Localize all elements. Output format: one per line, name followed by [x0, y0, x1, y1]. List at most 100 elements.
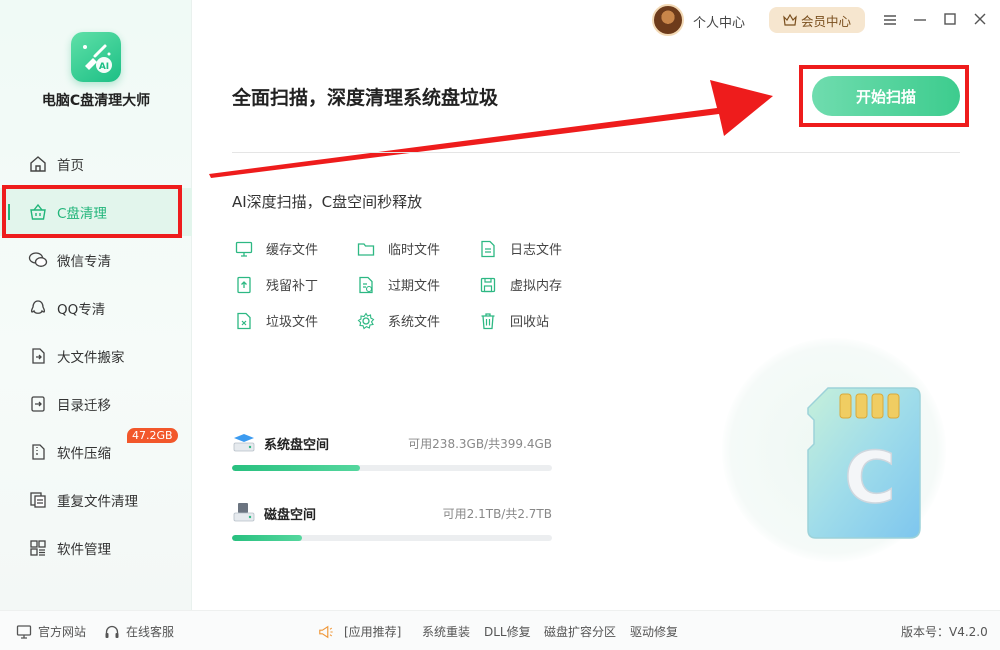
- footer-link-disk-partition[interactable]: 磁盘扩容分区: [544, 623, 616, 640]
- expired-file-icon: [357, 276, 375, 294]
- version-label: 版本号：V4.2.0: [901, 625, 988, 639]
- vip-center-button[interactable]: 会员中心: [769, 7, 865, 33]
- vip-center-label: 会员中心: [800, 13, 851, 29]
- online-support-label: 在线客服: [126, 625, 175, 639]
- personal-center-link[interactable]: 个人中心: [693, 12, 745, 31]
- sidebar-item-label: 首页: [57, 158, 84, 174]
- category-label: 缓存文件: [266, 243, 319, 258]
- save-icon: [479, 276, 497, 294]
- minimize-icon: [913, 11, 927, 30]
- category-expired: 过期文件: [357, 275, 440, 294]
- category-patch: 残留补丁: [235, 275, 318, 294]
- scan-subtitle: AI深度扫描，C盘空间秒释放: [232, 193, 423, 211]
- sidebar-item-qq[interactable]: QQ专清: [0, 284, 192, 332]
- category-temp: 临时文件: [357, 239, 440, 258]
- gear-icon: [357, 311, 375, 330]
- category-label: 垃圾文件: [266, 315, 319, 330]
- duplicate-icon: [28, 490, 48, 510]
- menu-button[interactable]: [880, 10, 900, 30]
- system-disk-progress-fill: [232, 465, 360, 471]
- sidebar-item-label: C盘清理: [57, 206, 107, 222]
- footer-link-driver-repair[interactable]: 驱动修复: [630, 623, 678, 640]
- sidebar-item-label: 大文件搬家: [57, 350, 125, 366]
- folder-icon: [357, 240, 375, 258]
- close-button[interactable]: [970, 10, 990, 30]
- official-site-label: 官方网站: [38, 625, 87, 639]
- minimize-button[interactable]: [910, 10, 930, 30]
- category-recycle-bin: 回收站: [479, 311, 549, 330]
- footer: 官方网站 在线客服 [应用推荐] 系统重装 DLL修复 磁盘扩容分区 驱动修复 …: [0, 610, 1000, 650]
- category-system: 系统文件: [357, 311, 440, 330]
- category-label: 临时文件: [388, 243, 441, 258]
- annotation-arrow: [209, 80, 773, 178]
- data-disk-progress-fill: [232, 535, 303, 541]
- megaphone-icon: [318, 624, 334, 640]
- official-site-link[interactable]: 官方网站: [16, 623, 86, 640]
- headset-icon: [104, 624, 120, 640]
- monitor-icon: [235, 240, 253, 258]
- category-cache: 缓存文件: [235, 239, 318, 258]
- divider: [232, 152, 960, 153]
- sidebar-item-label: QQ专清: [57, 302, 106, 318]
- sd-card-illustration: C: [807, 387, 921, 539]
- compress-size-badge: 47.2GB: [127, 428, 178, 443]
- zip-icon: [28, 442, 48, 462]
- sidebar-item-apps[interactable]: 软件管理: [0, 524, 192, 572]
- app-title: 电脑C盘清理大师: [41, 93, 151, 109]
- system-disk-progress: [232, 465, 552, 471]
- junk-file-icon: [235, 312, 253, 330]
- maximize-icon: [943, 11, 957, 30]
- category-label: 回收站: [510, 315, 550, 330]
- data-disk-info: 可用2.1TB/共2.7TB: [442, 507, 552, 521]
- category-junk: 垃圾文件: [235, 311, 318, 330]
- online-support-link[interactable]: 在线客服: [104, 623, 174, 640]
- logo-text: AI: [99, 62, 109, 72]
- sidebar-item-duplicate[interactable]: 重复文件清理: [0, 476, 192, 524]
- category-label: 残留补丁: [266, 279, 319, 294]
- sidebar-item-label: 重复文件清理: [57, 494, 138, 510]
- data-disk-label: 磁盘空间: [264, 508, 317, 523]
- footer-link-dll-repair[interactable]: DLL修复: [484, 623, 531, 640]
- category-label: 系统文件: [388, 315, 441, 330]
- qq-icon: [28, 298, 48, 318]
- maximize-button[interactable]: [940, 10, 960, 30]
- sidebar-item-label: 软件压缩: [57, 446, 111, 462]
- illustration-letter: C: [844, 437, 895, 519]
- move-file-icon: [28, 346, 48, 366]
- sidebar-item-label: 目录迁移: [57, 398, 111, 414]
- patch-icon: [235, 276, 253, 294]
- system-disk-label: 系统盘空间: [264, 438, 330, 453]
- category-virtual-memory: 虚拟内存: [479, 275, 562, 294]
- crown-icon: [783, 14, 797, 26]
- system-drive-icon: [232, 432, 256, 454]
- apps-icon: [28, 538, 48, 558]
- basket-icon: [28, 202, 48, 222]
- category-label: 日志文件: [510, 243, 563, 258]
- sidebar-item-c-clean[interactable]: C盘清理: [0, 188, 192, 236]
- sidebar: AI 电脑C盘清理大师 首页 C盘清理 微信专清 QQ专清 大文件搬家 目录迁移: [0, 0, 192, 610]
- app-logo: AI: [71, 32, 121, 82]
- app-recommend[interactable]: [应用推荐]: [318, 623, 401, 640]
- monitor-icon: [16, 624, 32, 640]
- footer-link-reinstall[interactable]: 系统重装: [422, 623, 470, 640]
- trash-icon: [479, 312, 497, 330]
- close-icon: [973, 11, 987, 30]
- sidebar-item-label: 软件管理: [57, 542, 111, 558]
- folder-move-icon: [28, 394, 48, 414]
- log-icon: [479, 240, 497, 258]
- category-label: 虚拟内存: [510, 279, 563, 294]
- data-disk-progress: [232, 535, 552, 541]
- hard-drive-icon: [232, 502, 256, 524]
- category-label: 过期文件: [388, 279, 441, 294]
- menu-icon: [883, 11, 897, 30]
- sidebar-item-home[interactable]: 首页: [0, 140, 192, 188]
- system-disk-info: 可用238.3GB/共399.4GB: [408, 437, 552, 451]
- sidebar-item-wechat[interactable]: 微信专清: [0, 236, 192, 284]
- sidebar-item-label: 微信专清: [57, 254, 111, 270]
- avatar[interactable]: [652, 4, 684, 36]
- category-log: 日志文件: [479, 239, 562, 258]
- home-icon: [28, 154, 48, 174]
- sidebar-item-big-file[interactable]: 大文件搬家: [0, 332, 192, 380]
- start-scan-button[interactable]: 开始扫描: [812, 76, 960, 116]
- sidebar-item-dir-migrate[interactable]: 目录迁移: [0, 380, 192, 428]
